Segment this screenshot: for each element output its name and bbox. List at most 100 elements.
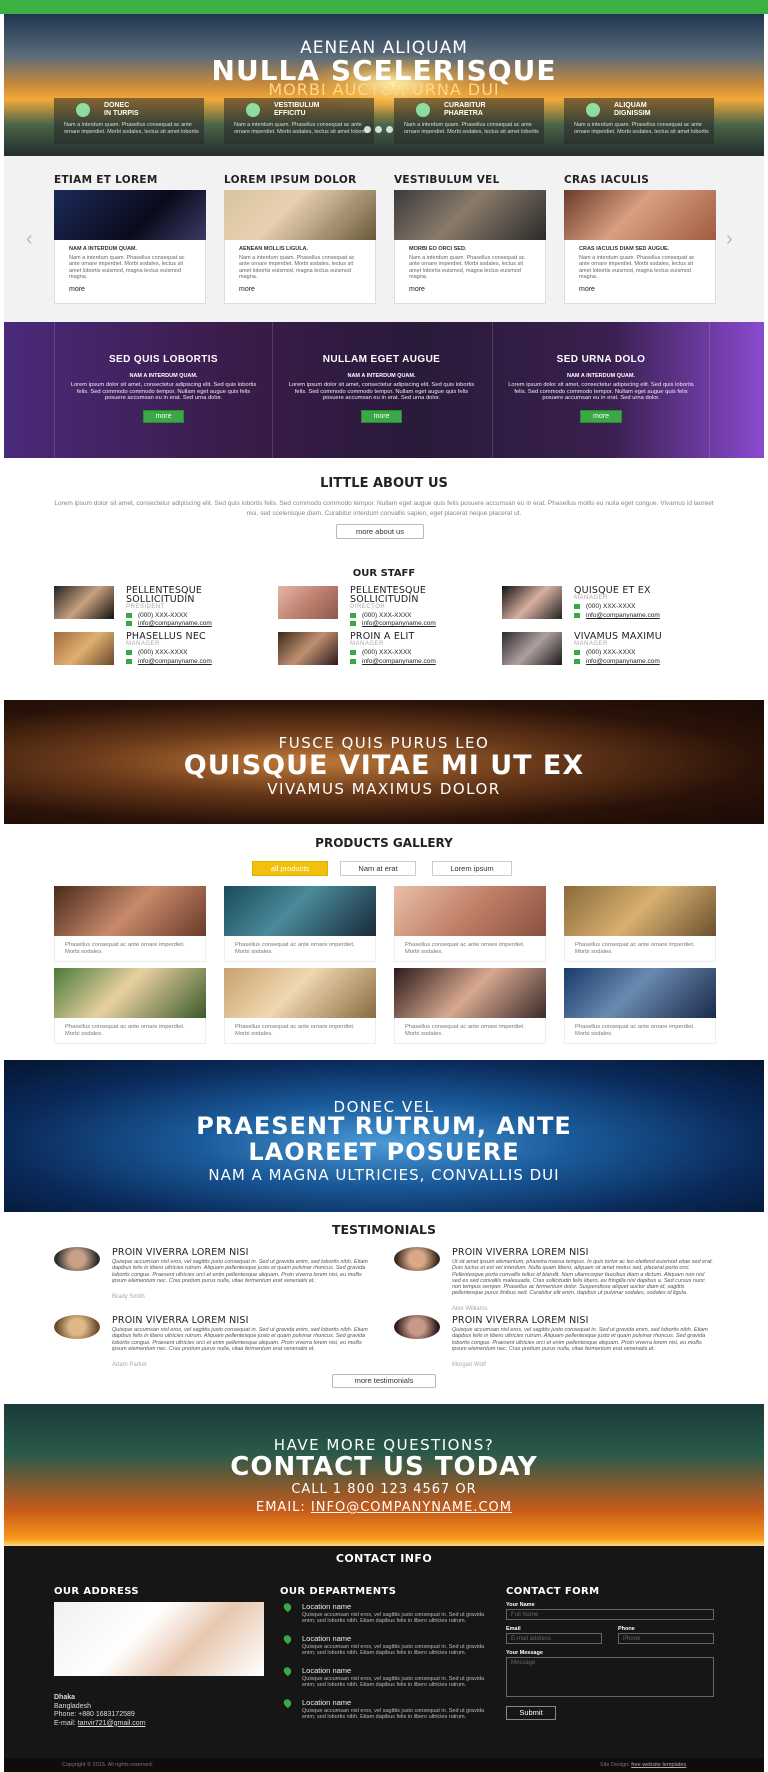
slider-dot[interactable] bbox=[386, 126, 393, 133]
column-subtitle: NAM A INTERDUM QUAM. bbox=[69, 246, 138, 252]
feature-column: LOREM IPSUM DOLOR AENEAN MOLLIS LIGULA. N… bbox=[224, 174, 376, 304]
tab-all-products[interactable]: all products bbox=[252, 861, 328, 876]
more-link[interactable]: more bbox=[239, 286, 361, 293]
column-title: VESTIBULUM VEL bbox=[394, 174, 500, 186]
member-phone: (000) XXX-XXXX bbox=[362, 649, 412, 656]
gallery-item[interactable]: Phasellus consequat ac ante ornare imper… bbox=[224, 968, 376, 1044]
avatar bbox=[394, 1247, 440, 1271]
email-field[interactable]: E-mail address bbox=[506, 1633, 602, 1644]
feature-text: Nam a interdum quam. Phasellus consequat… bbox=[404, 122, 539, 135]
service-column: SED QUIS LOBORTIS NAM A INTERDUM QUAM. Lor… bbox=[54, 322, 272, 458]
map-pin-icon bbox=[282, 1601, 293, 1613]
message-field[interactable]: Message bbox=[506, 1657, 714, 1697]
member-email[interactable]: info@companyname.com bbox=[586, 658, 660, 665]
gallery-image bbox=[54, 886, 206, 936]
column-card: AENEAN MOLLIS LIGULA. Nam a interdum quam… bbox=[224, 240, 376, 304]
column-text: Nam a interdum quam. Phasellus consequat… bbox=[409, 255, 525, 280]
name-label: Your Name bbox=[506, 1602, 535, 1608]
column-text: Nam a interdum quam. Phasellus consequat… bbox=[69, 255, 185, 280]
member-email[interactable]: info@companyname.com bbox=[362, 658, 436, 665]
testimonials-section: TESTIMONIALS PROIN VIVERRA LOREM NISI Qui… bbox=[4, 1222, 764, 1402]
next-arrow-icon[interactable]: › bbox=[726, 228, 733, 251]
name-field[interactable]: Full Name bbox=[506, 1609, 714, 1620]
feature-title: ALIQUAM DIGNISSIM bbox=[614, 102, 651, 117]
hero-feature[interactable]: DONEC IN TURPIS Nam a interdum quam. Phase… bbox=[54, 98, 204, 144]
hero-feature[interactable]: ALIQUAM DIGNISSIM Nam a interdum quam. Pha… bbox=[564, 98, 714, 144]
about-title: LITTLE ABOUT US bbox=[320, 476, 448, 491]
map-pin-icon bbox=[282, 1665, 293, 1677]
copyright-text: Copyright © 2015. All rights reserved. bbox=[62, 1762, 154, 1768]
design-link[interactable]: free website templates bbox=[631, 1762, 686, 1768]
more-button[interactable]: more bbox=[580, 409, 622, 423]
tab-lorem-ipsum[interactable]: Lorem ipsum bbox=[432, 861, 512, 876]
gallery-title: PRODUCTS GALLERY bbox=[315, 836, 453, 850]
prev-arrow-icon[interactable]: ‹ bbox=[26, 228, 33, 251]
hero-feature[interactable]: CURABITUR PHARETRA Nam a interdum quam. Ph… bbox=[394, 98, 544, 144]
gallery-item[interactable]: Phasellus consequat ac ante ornare imper… bbox=[394, 886, 546, 962]
testimonial-author: Alex Williams bbox=[452, 1306, 488, 1312]
more-link[interactable]: more bbox=[409, 286, 531, 293]
avatar bbox=[502, 632, 562, 665]
slider-dot[interactable] bbox=[375, 126, 382, 133]
avatar bbox=[394, 1315, 440, 1339]
address-country: Bangladesh bbox=[54, 1702, 91, 1710]
column-image[interactable] bbox=[394, 190, 546, 240]
feature-title: DONEC IN TURPIS bbox=[104, 102, 139, 117]
phone-icon bbox=[350, 649, 356, 655]
service-text: Lorem ipsum dolor sit amet, consectetur … bbox=[70, 382, 257, 402]
gallery-caption: Phasellus consequat ac ante ornare imper… bbox=[54, 936, 206, 962]
slider-dot[interactable] bbox=[364, 126, 371, 133]
column-image[interactable] bbox=[224, 190, 376, 240]
avatar bbox=[278, 632, 338, 665]
featured-columns: ‹ › ETIAM ET LOREM NAM A INTERDUM QUAM. N… bbox=[4, 156, 764, 322]
staff-member: PELLENTESQUE SOLLICITUDIN DIRECTOR (000) XX… bbox=[278, 586, 488, 627]
member-email[interactable]: info@companyname.com bbox=[362, 620, 436, 627]
top-bar bbox=[0, 0, 768, 14]
staff-section: OUR STAFF PELLENTESQUE SOLLICITUDIN PRESID… bbox=[4, 568, 764, 698]
service-title: SED URNA DOLO bbox=[556, 354, 646, 365]
service-subtitle: NAM A INTERDUM QUAM. bbox=[129, 373, 198, 379]
testimonial-title: PROIN VIVERRA LOREM NISI bbox=[452, 1315, 589, 1326]
banner-title: QUISQUE VITAE MI UT EX bbox=[183, 750, 585, 781]
more-testimonials-button[interactable]: more testimonials bbox=[332, 1374, 436, 1388]
phone-field[interactable]: Phone bbox=[618, 1633, 714, 1644]
slider-dots[interactable] bbox=[364, 126, 397, 135]
contact-email-link[interactable]: INFO@COMPANYNAME.COM bbox=[311, 1500, 512, 1515]
member-email[interactable]: info@companyname.com bbox=[586, 612, 660, 619]
gallery-image bbox=[564, 886, 716, 936]
more-link[interactable]: more bbox=[579, 286, 701, 293]
member-role: MANAGER bbox=[574, 641, 608, 647]
column-image[interactable] bbox=[54, 190, 206, 240]
gallery-item[interactable]: Phasellus consequat ac ante ornare imper… bbox=[54, 968, 206, 1044]
gallery-item[interactable]: Phasellus consequat ac ante ornare imper… bbox=[564, 886, 716, 962]
more-button[interactable]: more bbox=[360, 409, 403, 423]
column-image[interactable] bbox=[564, 190, 716, 240]
avatar bbox=[278, 586, 338, 619]
feature-column: ETIAM ET LOREM NAM A INTERDUM QUAM. Nam a… bbox=[54, 174, 206, 304]
gallery-image bbox=[54, 968, 206, 1018]
gallery-item[interactable]: Phasellus consequat ac ante ornare imper… bbox=[394, 968, 546, 1044]
gallery-item[interactable]: Phasellus consequat ac ante ornare imper… bbox=[54, 886, 206, 962]
gallery-item[interactable]: Phasellus consequat ac ante ornare imper… bbox=[224, 886, 376, 962]
gallery-caption: Phasellus consequat ac ante ornare imper… bbox=[224, 1018, 376, 1044]
gallery-item[interactable]: Phasellus consequat ac ante ornare imper… bbox=[564, 968, 716, 1044]
tab-nam-at-erat[interactable]: Nam at erat bbox=[340, 861, 416, 876]
member-phone: (000) XXX-XXXX bbox=[138, 612, 188, 619]
member-email[interactable]: info@companyname.com bbox=[138, 658, 212, 665]
more-button[interactable]: more bbox=[142, 409, 185, 423]
member-email[interactable]: info@companyname.com bbox=[138, 620, 212, 627]
avatar bbox=[502, 586, 562, 619]
feature-text: Nam a interdum quam. Phasellus consequat… bbox=[574, 122, 709, 135]
member-phone: (000) XXX-XXXX bbox=[362, 612, 412, 619]
service-subtitle: NAM A INTERDUM QUAM. bbox=[566, 373, 636, 379]
address-details: Dhaka Bangladesh Phone: +880 1683172589 … bbox=[54, 1694, 146, 1728]
design-label: Site Design: bbox=[600, 1762, 632, 1768]
more-about-button[interactable]: more about us bbox=[336, 524, 424, 539]
column-card: MORBI EO ORCI SED. Nam a interdum quam. P… bbox=[394, 240, 546, 304]
hero-feature[interactable]: VESTIBULUM EFFICITU Nam a interdum quam. P… bbox=[224, 98, 374, 144]
email-icon bbox=[574, 612, 580, 618]
submit-button[interactable]: Submit bbox=[506, 1706, 556, 1720]
address-email[interactable]: tanvir721@gmail.com bbox=[78, 1720, 146, 1727]
feature-icon bbox=[586, 103, 600, 117]
more-link[interactable]: more bbox=[69, 286, 191, 293]
